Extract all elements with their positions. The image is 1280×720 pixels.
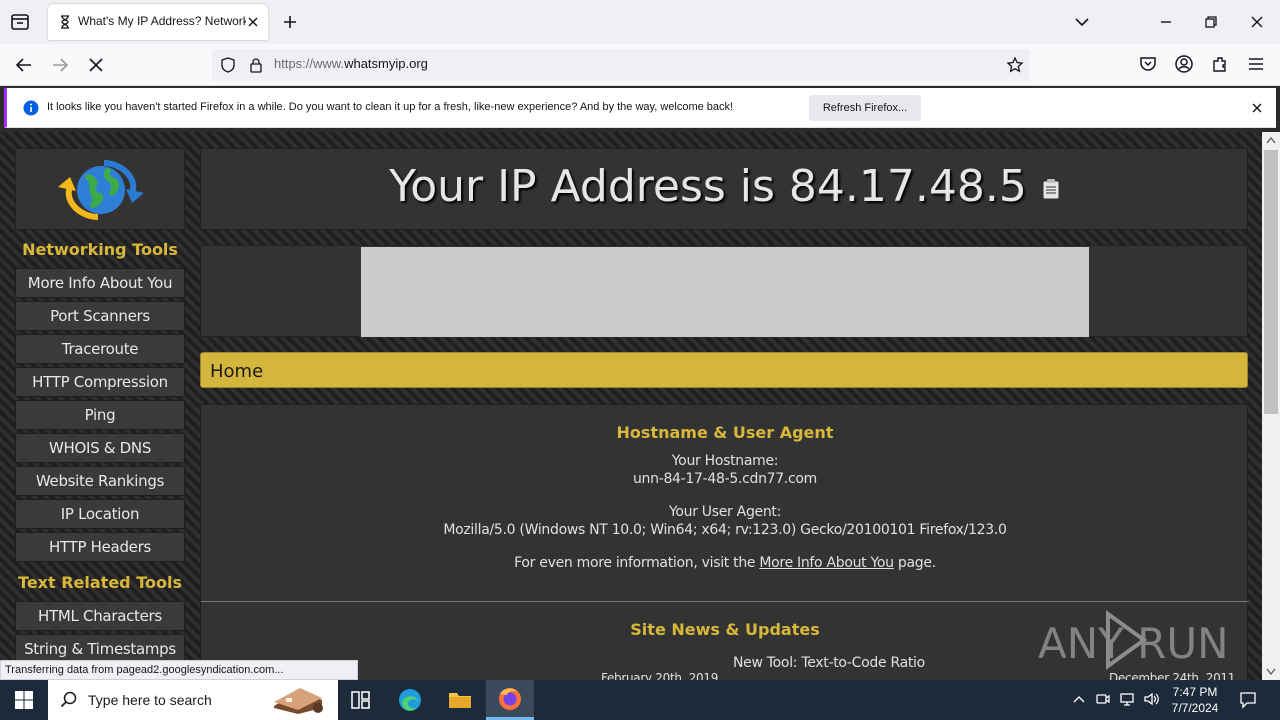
new-tab-icon[interactable]	[280, 12, 300, 32]
advertisement-container	[200, 245, 1248, 337]
taskbar: Type here to search 7:47 PM 7/7/2024	[0, 680, 1280, 720]
firefox-view-button[interactable]	[8, 10, 32, 34]
news-item-title[interactable]: New Tool: Text-to-Code Ratio	[733, 655, 925, 671]
tracking-shield-icon[interactable]	[220, 57, 236, 73]
extensions-icon[interactable]	[1210, 54, 1230, 74]
file-explorer-icon[interactable]	[440, 684, 480, 716]
hostname-label: Your Hostname:	[671, 453, 779, 469]
clock-time: 7:47 PM	[1172, 685, 1218, 699]
ip-address-text: Your IP Address is 84.17.48.5	[201, 161, 1249, 212]
tab-whatsmyip[interactable]: What's My IP Address? Network	[48, 4, 268, 40]
url-domain: whatsmyip.org	[344, 56, 428, 71]
scroll-down-icon[interactable]	[1266, 668, 1276, 676]
advertisement-placeholder[interactable]	[361, 247, 1089, 337]
notification-message: It looks like you haven't started Firefo…	[47, 101, 734, 113]
user-agent-value: Mozilla/5.0 (Windows NT 10.0; Win64; x64…	[443, 522, 1007, 538]
hostname-value: unn-84-17-48-5.cdn77.com	[632, 471, 818, 487]
forward-arrow-icon[interactable]	[49, 54, 71, 76]
globe-logo-icon	[58, 160, 144, 220]
url-text: https://www.whatsmyip.org	[274, 56, 428, 71]
meet-now-icon[interactable]	[1095, 691, 1111, 707]
notifications-icon[interactable]	[1239, 691, 1257, 709]
nav-bar: https://www.whatsmyip.org	[0, 44, 1280, 86]
sidebar-item-http-headers[interactable]: HTTP Headers	[15, 532, 185, 562]
notification-bar: It looks like you haven't started Firefo…	[4, 88, 1276, 128]
web-page: Networking Tools More Info About You Por…	[0, 132, 1262, 680]
vertical-scrollbar[interactable]	[1262, 132, 1280, 680]
tab-title: What's My IP Address? Network	[78, 14, 246, 28]
pocket-icon[interactable]	[1138, 54, 1158, 74]
clipboard-icon[interactable]	[1041, 178, 1061, 200]
sidebar-item-html-characters[interactable]: HTML Characters	[15, 601, 185, 631]
stop-loading-icon[interactable]	[85, 54, 107, 76]
clock-date: 7/7/2024	[1171, 701, 1219, 715]
windows-start-icon[interactable]	[14, 690, 34, 710]
close-notification-icon[interactable]	[1250, 101, 1264, 115]
lock-icon[interactable]	[248, 57, 264, 73]
show-hidden-icons-icon[interactable]	[1071, 691, 1087, 707]
network-icon[interactable]	[1119, 691, 1135, 707]
volume-icon[interactable]	[1143, 691, 1159, 707]
text-tools-heading: Text Related Tools	[18, 573, 182, 592]
user-agent-label: Your User Agent:	[668, 504, 782, 520]
url-bar[interactable]: https://www.whatsmyip.org	[212, 49, 1030, 81]
close-window-icon[interactable]	[1247, 12, 1267, 32]
sidebar-item-ip-location[interactable]: IP Location	[15, 499, 185, 529]
restore-icon[interactable]	[1201, 12, 1221, 32]
sidebar-item-website-rankings[interactable]: Website Rankings	[15, 466, 185, 496]
cake-search-highlight-icon[interactable]	[268, 684, 330, 716]
anyrun-watermark: ANY RUN	[1038, 608, 1234, 676]
menu-hamburger-icon[interactable]	[1246, 54, 1266, 74]
back-arrow-icon[interactable]	[13, 54, 35, 76]
status-bar: Transferring data from pagead2.googlesyn…	[0, 660, 358, 680]
sidebar-item-more-info[interactable]: More Info About You	[15, 268, 185, 298]
edge-browser-icon[interactable]	[390, 684, 430, 716]
firefox-icon	[499, 688, 521, 710]
hostname-heading: Hostname & User Agent	[616, 423, 834, 442]
more-info-suffix: page.	[897, 555, 936, 571]
taskbar-search-box[interactable]: Type here to search	[48, 680, 338, 720]
more-info-prefix: For even more information, visit the	[514, 555, 756, 571]
list-all-tabs-icon[interactable]	[1072, 12, 1092, 32]
watermark-text: ANY RUN	[1038, 619, 1229, 668]
search-placeholder: Type here to search	[88, 692, 212, 708]
url-prefix: https://www.	[274, 56, 345, 71]
breadcrumb: Home	[200, 352, 1248, 388]
account-icon[interactable]	[1174, 54, 1194, 74]
refresh-firefox-button[interactable]: Refresh Firefox...	[809, 95, 921, 121]
close-tab-icon[interactable]	[246, 15, 260, 29]
sidebar-item-http-compression[interactable]: HTTP Compression	[15, 367, 185, 397]
info-icon	[23, 100, 39, 116]
scrollbar-thumb[interactable]	[1264, 150, 1278, 414]
sidebar-item-whois-dns[interactable]: WHOIS & DNS	[15, 433, 185, 463]
scroll-up-icon[interactable]	[1266, 136, 1276, 144]
news-date-left: February 20th, 2019	[601, 671, 719, 680]
firefox-taskbar-button[interactable]	[486, 680, 534, 720]
breadcrumb-home[interactable]: Home	[210, 361, 263, 382]
minimize-icon[interactable]	[1156, 12, 1176, 32]
search-icon	[60, 691, 77, 708]
tab-strip: What's My IP Address? Network	[0, 0, 1280, 44]
sidebar-item-ping[interactable]: Ping	[15, 400, 185, 430]
task-view-icon[interactable]	[340, 684, 380, 716]
more-info-sentence: For even more information, visit the Mor…	[201, 555, 1249, 571]
content-divider	[201, 601, 1249, 602]
firefox-view-icon	[11, 14, 29, 30]
sidebar-item-traceroute[interactable]: Traceroute	[15, 334, 185, 364]
networking-tools-heading: Networking Tools	[22, 240, 178, 259]
taskbar-clock[interactable]: 7:47 PM 7/7/2024	[1160, 684, 1230, 716]
bookmark-star-icon[interactable]	[1006, 56, 1024, 74]
sidebar-item-port-scanners[interactable]: Port Scanners	[15, 301, 185, 331]
ip-address-banner: Your IP Address is 84.17.48.5	[200, 148, 1248, 230]
ip-address-value: Your IP Address is 84.17.48.5	[389, 161, 1027, 212]
hourglass-icon	[61, 15, 69, 29]
more-info-link[interactable]: More Info About You	[759, 555, 894, 571]
site-logo[interactable]	[15, 148, 185, 230]
